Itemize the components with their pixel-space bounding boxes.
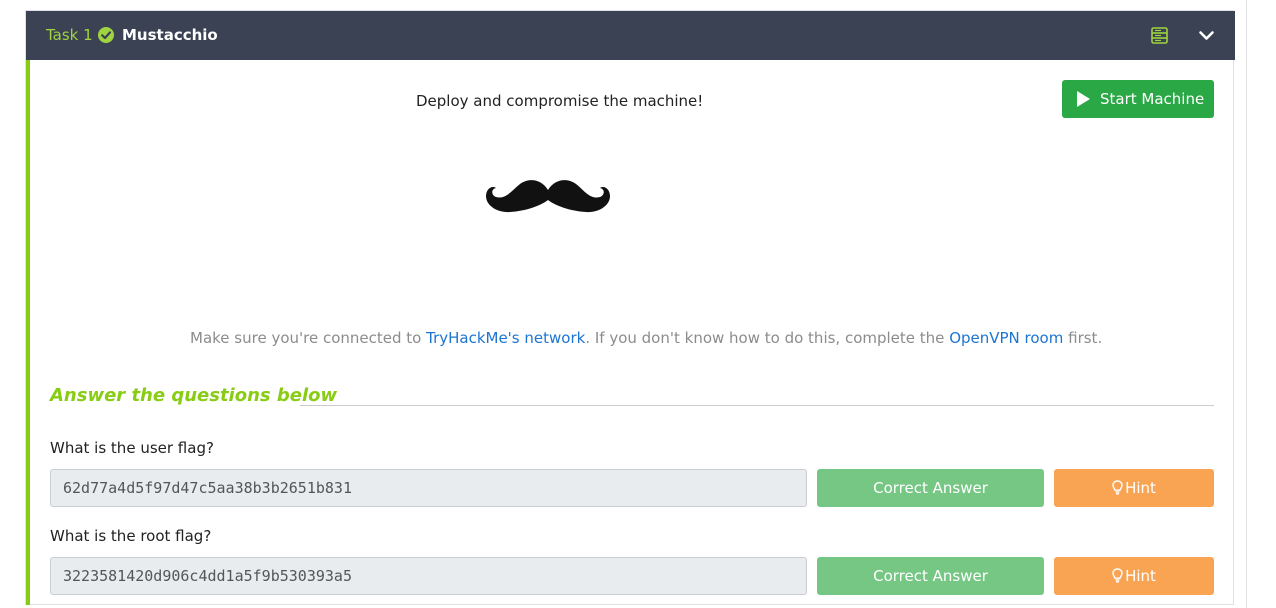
- server-icon[interactable]: [1151, 27, 1168, 44]
- page-edge-divider: [1246, 0, 1247, 608]
- task-number: Task 1: [46, 26, 93, 44]
- connect-note-suffix: first.: [1063, 329, 1103, 347]
- check-circle-icon: [98, 27, 114, 43]
- play-icon: [1075, 90, 1092, 108]
- tryhackme-network-link[interactable]: TryHackMe's network: [426, 329, 585, 347]
- connection-note: Make sure you're connected to TryHackMe'…: [190, 329, 1102, 347]
- user-flag-hint-button[interactable]: Hint: [1054, 469, 1214, 507]
- lightbulb-icon: [1112, 480, 1123, 495]
- root-flag-correct-answer-button[interactable]: Correct Answer: [817, 557, 1044, 595]
- heading-divider: [300, 405, 1214, 406]
- start-machine-button[interactable]: Start Machine: [1062, 80, 1214, 118]
- root-flag-hint-label: Hint: [1125, 567, 1156, 585]
- openvpn-room-link[interactable]: OpenVPN room: [949, 329, 1063, 347]
- mustache-image: [486, 178, 610, 218]
- connect-note-prefix: Make sure you're connected to: [190, 329, 427, 347]
- root-flag-answer-field[interactable]: 3223581420d906c4dd1a5f9b530393a5: [50, 557, 807, 595]
- user-flag-answer-field[interactable]: 62d77a4d5f97d47c5aa38b3b2651b831: [50, 469, 807, 507]
- user-flag-hint-label: Hint: [1125, 479, 1156, 497]
- task-card: Task 1 Mustacchio Deploy and compromise …: [25, 10, 1235, 605]
- connect-note-middle: . If you don't know how to do this, comp…: [585, 329, 950, 347]
- question-root-flag: What is the root flag?: [50, 527, 212, 545]
- root-flag-hint-button[interactable]: Hint: [1054, 557, 1214, 595]
- task-header[interactable]: Task 1 Mustacchio: [26, 11, 1235, 60]
- task-title: Mustacchio: [122, 26, 218, 44]
- task-body: Deploy and compromise the machine! Start…: [26, 60, 1235, 605]
- answers-heading: Answer the questions below: [50, 385, 338, 406]
- chevron-down-icon[interactable]: [1198, 27, 1215, 44]
- start-machine-label: Start Machine: [1100, 90, 1205, 108]
- user-flag-correct-answer-button[interactable]: Correct Answer: [817, 469, 1044, 507]
- question-user-flag: What is the user flag?: [50, 439, 214, 457]
- lightbulb-icon: [1112, 568, 1123, 583]
- deploy-instruction: Deploy and compromise the machine!: [416, 92, 704, 110]
